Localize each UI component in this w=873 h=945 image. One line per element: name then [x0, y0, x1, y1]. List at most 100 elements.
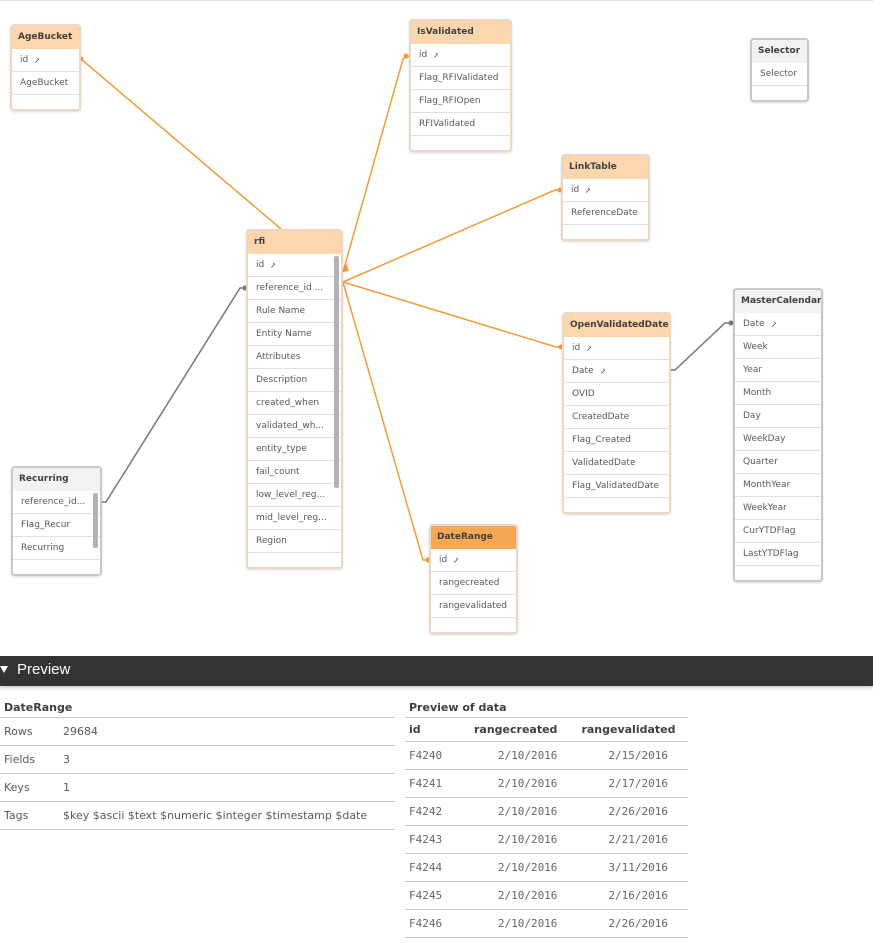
field-row[interactable]: CurYTDFlag	[735, 520, 821, 543]
field-row[interactable]: ReferenceDate	[563, 202, 648, 225]
field-row[interactable]: AgeBucket	[12, 72, 79, 95]
preview-data-table: id rangecreated rangevalidated F4240 2/10…	[405, 718, 688, 938]
field-row[interactable]: Description	[248, 369, 341, 392]
table-agebucket[interactable]: AgeBucket id ⌐ AgeBucket	[10, 24, 81, 111]
field-row[interactable]: id ⌐	[563, 179, 648, 202]
data-model-canvas[interactable]: AgeBucket id ⌐ AgeBucket IsValidated id ⌐ Flag…	[0, 0, 873, 656]
table-header[interactable]: DateRange	[431, 526, 516, 549]
field-row[interactable]: rangevalidated	[431, 595, 516, 618]
table-mastercalendar[interactable]: MasterCalendar Date ⌐ Week Year Month Day WeekD…	[733, 288, 823, 582]
table-cell: 2/10/2016	[467, 797, 558, 826]
field-row[interactable]: fail_count	[248, 461, 341, 484]
field-name: ValidatedDate	[572, 458, 636, 468]
field-row[interactable]: Selector	[752, 63, 807, 86]
field-name: id	[419, 50, 428, 60]
field-row[interactable]: Date ⌐	[564, 360, 669, 383]
table-footer	[13, 560, 100, 574]
table-recurring[interactable]: Recurring reference_id... Flag_Recur Recurr…	[11, 466, 102, 576]
field-name: Flag_RFIOpen	[419, 96, 481, 106]
table-header[interactable]: AgeBucket	[12, 26, 79, 49]
table-row: F4244 2/10/2016 3/11/2016	[405, 853, 688, 882]
field-row[interactable]: Flag_RFIValidated	[411, 67, 510, 90]
table-header[interactable]: MasterCalendar	[735, 290, 821, 313]
field-row[interactable]: low_level_reg...	[248, 484, 341, 507]
column-header-rangecreated[interactable]: rangecreated	[467, 718, 558, 742]
preview-panel-header[interactable]: Preview	[0, 656, 873, 686]
table-footer	[752, 86, 807, 100]
table-header[interactable]: Selector	[752, 40, 807, 63]
field-row[interactable]: MonthYear	[735, 474, 821, 497]
column-header-id[interactable]: id	[405, 718, 467, 742]
field-row[interactable]: CreatedDate	[564, 406, 669, 429]
field-row[interactable]: Day	[735, 405, 821, 428]
field-row[interactable]: id ⌐	[12, 49, 79, 72]
field-row[interactable]: created_when	[248, 392, 341, 415]
field-row[interactable]: id ⌐	[431, 549, 516, 572]
field-name: WeekYear	[743, 503, 787, 513]
table-daterange[interactable]: DateRange id ⌐ rangecreated rangevalidated	[429, 524, 518, 634]
table-selector[interactable]: Selector Selector	[750, 38, 809, 102]
table-header[interactable]: IsValidated	[411, 21, 510, 44]
field-name: Attributes	[256, 352, 301, 362]
field-row[interactable]: Flag_Recur	[13, 514, 100, 537]
collapse-triangle-icon[interactable]	[0, 666, 8, 673]
field-name: Rule Name	[256, 306, 306, 316]
field-row[interactable]: Month	[735, 382, 821, 405]
key-icon: ⌐	[31, 54, 43, 66]
field-name: Week	[743, 342, 768, 352]
field-row[interactable]: Flag_RFIOpen	[411, 90, 510, 113]
field-row[interactable]: id ⌐	[411, 44, 510, 67]
field-row[interactable]: Entity Name	[248, 323, 341, 346]
field-name: rangevalidated	[439, 601, 508, 611]
table-header[interactable]: LinkTable	[563, 156, 648, 179]
preview-of-data: Preview of data id rangecreated rangeval…	[405, 698, 688, 938]
field-row[interactable]: validated_wh...	[248, 415, 341, 438]
table-linktable[interactable]: LinkTable id ⌐ ReferenceDate	[561, 154, 650, 241]
field-row[interactable]: RFIValidated	[411, 113, 510, 136]
field-row[interactable]: entity_type	[248, 438, 341, 461]
metadata-table-name: DateRange	[0, 698, 395, 718]
column-header-rangevalidated[interactable]: rangevalidated	[557, 718, 688, 742]
field-row[interactable]: Date ⌐	[735, 313, 821, 336]
link-arrowhead	[343, 263, 349, 272]
field-row[interactable]: Rule Name	[248, 300, 341, 323]
field-name: Entity Name	[256, 329, 312, 339]
table-isvalidated[interactable]: IsValidated id ⌐ Flag_RFIValidated Flag_RFIO…	[409, 19, 512, 152]
field-row[interactable]: ValidatedDate	[564, 452, 669, 475]
field-row[interactable]: Region	[248, 530, 341, 553]
table-header[interactable]: OpenValidatedDate	[564, 314, 669, 337]
field-row[interactable]: reference_id...	[13, 491, 100, 514]
field-row[interactable]: id ⌐	[564, 337, 669, 360]
field-row[interactable]: mid_level_reg...	[248, 507, 341, 530]
field-row[interactable]: Recurring	[13, 537, 100, 560]
field-name: Date	[743, 319, 765, 329]
field-row[interactable]: Year	[735, 359, 821, 382]
table-header[interactable]: rfi	[248, 231, 341, 254]
table-openvalidateddate[interactable]: OpenValidatedDate id ⌐ Date ⌐ OVID CreatedDate…	[562, 312, 671, 514]
table-header[interactable]: Recurring	[13, 468, 100, 491]
field-row[interactable]: Flag_Created	[564, 429, 669, 452]
field-row[interactable]: reference_id ...	[248, 277, 341, 300]
field-row[interactable]: Flag_ValidatedDate	[564, 475, 669, 498]
link-agebucket-rfi	[80, 58, 282, 230]
field-row[interactable]: OVID	[564, 383, 669, 406]
field-row[interactable]: Attributes	[248, 346, 341, 369]
field-row[interactable]: WeekDay	[735, 428, 821, 451]
table-rfi[interactable]: rfi id ⌐ reference_id ... Rule Name Entity Na…	[246, 229, 343, 569]
field-name: reference_id...	[21, 497, 86, 507]
field-row[interactable]: WeekYear	[735, 497, 821, 520]
metadata-value: $key $ascii $text $numeric $integer $tim…	[63, 809, 368, 822]
field-row[interactable]: Week	[735, 336, 821, 359]
field-name: validated_wh...	[256, 421, 324, 431]
field-row[interactable]: LastYTDFlag	[735, 543, 821, 566]
field-name: Month	[743, 388, 772, 398]
field-row[interactable]: id ⌐	[248, 254, 341, 277]
scrollbar[interactable]	[93, 493, 98, 548]
table-row: F4245 2/10/2016 2/16/2016	[405, 881, 688, 910]
scrollbar[interactable]	[334, 256, 339, 488]
field-name: entity_type	[256, 444, 307, 454]
metadata-value: 3	[63, 753, 70, 766]
field-name: id	[572, 343, 581, 353]
field-row[interactable]: rangecreated	[431, 572, 516, 595]
field-row[interactable]: Quarter	[735, 451, 821, 474]
